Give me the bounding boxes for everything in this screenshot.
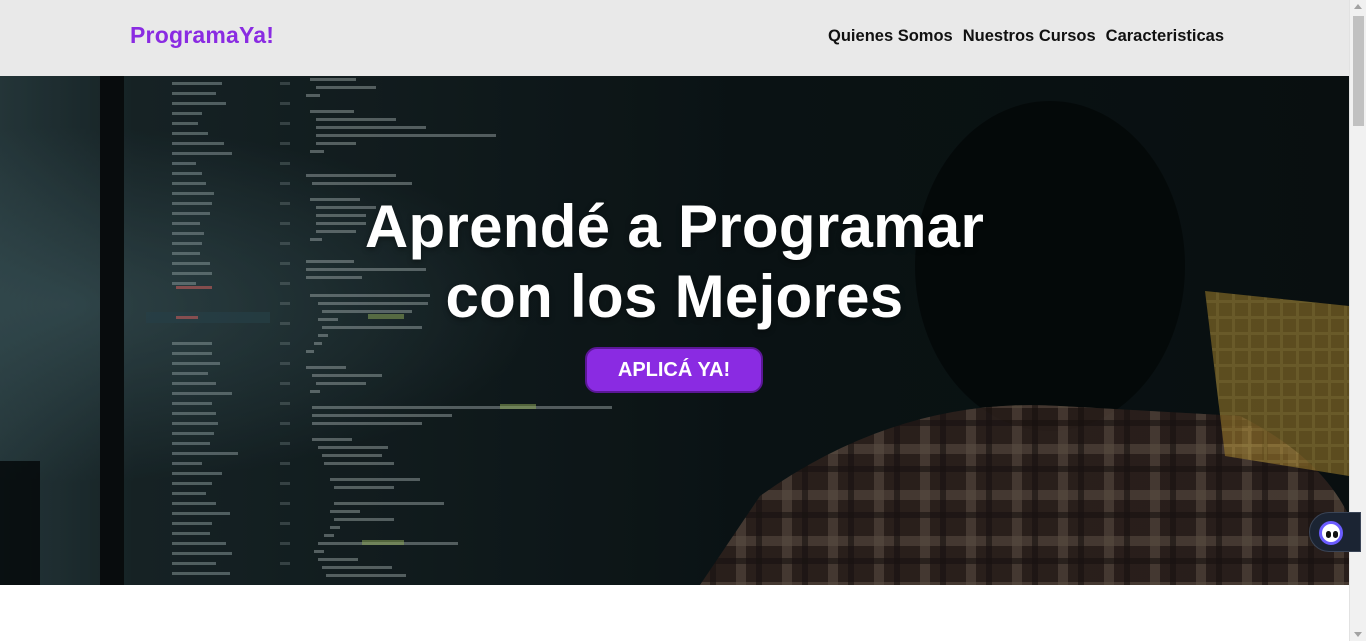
nav-link-quienes-somos[interactable]: Quienes Somos bbox=[828, 27, 953, 46]
nav-link-caracteristicas[interactable]: Caracteristicas bbox=[1106, 27, 1224, 46]
scroll-up-arrow-icon[interactable] bbox=[1354, 4, 1362, 9]
navbar: ProgramaYa! Quienes Somos Nuestros Curso… bbox=[0, 0, 1349, 76]
assistant-eye-right bbox=[1333, 531, 1338, 538]
page: ProgramaYa! Quienes Somos Nuestros Curso… bbox=[0, 0, 1349, 641]
brand-logo[interactable]: ProgramaYa! bbox=[130, 22, 274, 49]
content-section bbox=[0, 585, 1349, 641]
assistant-eye-left bbox=[1326, 531, 1331, 538]
scroll-thumb[interactable] bbox=[1353, 16, 1364, 126]
chat-assistant-icon bbox=[1319, 521, 1343, 545]
chat-widget-button[interactable] bbox=[1309, 512, 1361, 552]
hero-title-line-1: Aprendé a Programar bbox=[364, 193, 985, 260]
hero-title-line-2: con los Mejores bbox=[445, 263, 904, 330]
nav-link-nuestros-cursos[interactable]: Nuestros Cursos bbox=[963, 27, 1096, 46]
main-nav: Quienes Somos Nuestros Cursos Caracteris… bbox=[828, 27, 1224, 46]
hero-section: Aprendé a Programar con los Mejores APLI… bbox=[0, 76, 1349, 585]
hero-title: Aprendé a Programar con los Mejores bbox=[0, 192, 1349, 332]
apply-now-button[interactable]: APLICÁ YA! bbox=[585, 347, 763, 393]
scroll-down-arrow-icon[interactable] bbox=[1354, 632, 1362, 637]
